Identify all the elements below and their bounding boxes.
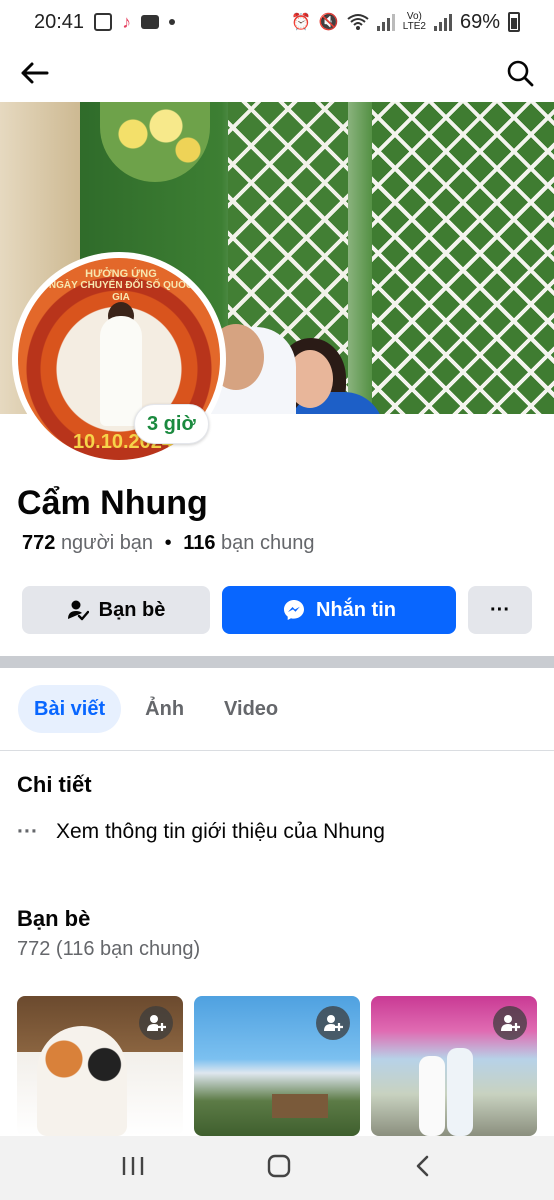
- mute-icon: 🔇: [318, 14, 339, 31]
- profile-stats[interactable]: 772 người bạn • 116 bạn chung: [22, 532, 314, 555]
- tab-posts[interactable]: Bài viết: [18, 685, 122, 733]
- message-button-label: Nhắn tin: [316, 598, 396, 621]
- gallery-notification-icon: [94, 13, 113, 31]
- battery-percent: 69%: [459, 10, 500, 33]
- avatar-banner-line1: HƯỞNG ỨNG: [85, 268, 157, 280]
- tab-videos[interactable]: Video: [208, 685, 294, 733]
- friends-grid: [17, 996, 537, 1136]
- status-bar: 20:41 ♪ ⏰ 🔇 Vo) LTE2 69%: [0, 0, 554, 44]
- home-button[interactable]: [267, 1154, 291, 1183]
- add-friend-button[interactable]: [139, 1006, 173, 1040]
- wifi-icon: [347, 14, 369, 30]
- add-friend-icon: [324, 1015, 343, 1031]
- mutual-label: bạn chung: [221, 532, 315, 554]
- add-friend-button[interactable]: [316, 1006, 350, 1040]
- chevron-left-icon: [416, 1155, 429, 1176]
- tabs-divider: [0, 750, 554, 751]
- profile-tabs: Bài viết Ảnh Video: [18, 684, 294, 734]
- friends-label: người bạn: [60, 532, 154, 554]
- add-friend-button[interactable]: [493, 1006, 527, 1040]
- status-time: 20:41: [34, 10, 85, 33]
- friend-photo-landscape: [272, 1094, 328, 1118]
- more-dots-icon: ···: [17, 820, 38, 843]
- avatar-banner-line2: NGÀY CHUYỂN ĐỔI SỐ QUỐC GIA: [48, 280, 194, 303]
- home-icon: [267, 1154, 291, 1177]
- more-options-button[interactable]: ···: [468, 586, 532, 634]
- status-right: ⏰ 🔇 Vo) LTE2 69%: [291, 11, 520, 34]
- friends-button-label: Bạn bè: [98, 598, 166, 621]
- friend-photo-cat: [37, 1026, 127, 1136]
- friends-section-title: Bạn bè: [17, 906, 91, 931]
- tab-photos[interactable]: Ảnh: [129, 685, 200, 733]
- intro-row[interactable]: ··· Xem thông tin giới thiệu của Nhung: [17, 820, 385, 844]
- friend-card[interactable]: [194, 996, 360, 1136]
- signal-1-icon: [376, 13, 395, 31]
- search-button[interactable]: [504, 57, 536, 89]
- avatar-banner: HƯỞNG ỨNG NGÀY CHUYỂN ĐỔI SỐ QUỐC GIA: [46, 268, 196, 304]
- signal-2-icon: [433, 13, 452, 31]
- profile-name: Cẩm Nhung: [17, 484, 208, 522]
- messenger-icon: [284, 600, 304, 620]
- cover-lattice-right: [372, 102, 554, 414]
- friends-count: 772: [22, 532, 56, 554]
- friend-photo-person: [447, 1048, 473, 1136]
- details-title: Chi tiết: [17, 772, 92, 797]
- system-back-button[interactable]: [413, 1154, 433, 1183]
- more-dots-icon: ···: [490, 598, 510, 621]
- network-text: LTE2: [402, 21, 426, 32]
- friend-card[interactable]: [371, 996, 537, 1136]
- avatar-person: [100, 316, 142, 426]
- battery-icon: [508, 12, 520, 32]
- friends-subtitle: 772 (116 bạn chung): [17, 938, 201, 960]
- message-notification-icon: [141, 15, 160, 29]
- back-button[interactable]: [18, 57, 50, 89]
- mutual-count: 116: [183, 532, 216, 554]
- arrow-left-icon: [21, 62, 49, 84]
- recent-apps-button[interactable]: [121, 1155, 145, 1182]
- recent-apps-icon: [122, 1156, 144, 1175]
- stats-separator: •: [164, 532, 172, 554]
- friend-photo-person: [419, 1056, 445, 1136]
- search-icon: [507, 60, 534, 87]
- tiktok-notification-icon: ♪: [122, 12, 132, 32]
- add-friend-icon: [147, 1015, 166, 1031]
- friend-check-icon: [67, 600, 89, 621]
- profile-actions: Bạn bè Nhắn tin ···: [22, 586, 532, 634]
- message-button[interactable]: Nhắn tin: [222, 586, 456, 634]
- section-divider: [0, 656, 554, 668]
- intro-text: Xem thông tin giới thiệu của Nhung: [55, 820, 385, 843]
- more-notifications-icon: [169, 19, 176, 25]
- cover-flowers: [100, 102, 210, 182]
- system-nav-bar: [0, 1136, 554, 1200]
- status-left: 20:41 ♪: [34, 10, 176, 34]
- top-nav: [0, 44, 554, 102]
- alarm-icon: ⏰: [290, 14, 311, 31]
- volte-indicator: Vo) LTE2: [403, 12, 426, 32]
- friends-button[interactable]: Bạn bè: [22, 586, 210, 634]
- add-friend-icon: [501, 1015, 520, 1031]
- story-time-badge[interactable]: 3 giờ: [134, 404, 209, 444]
- friend-card[interactable]: [17, 996, 183, 1136]
